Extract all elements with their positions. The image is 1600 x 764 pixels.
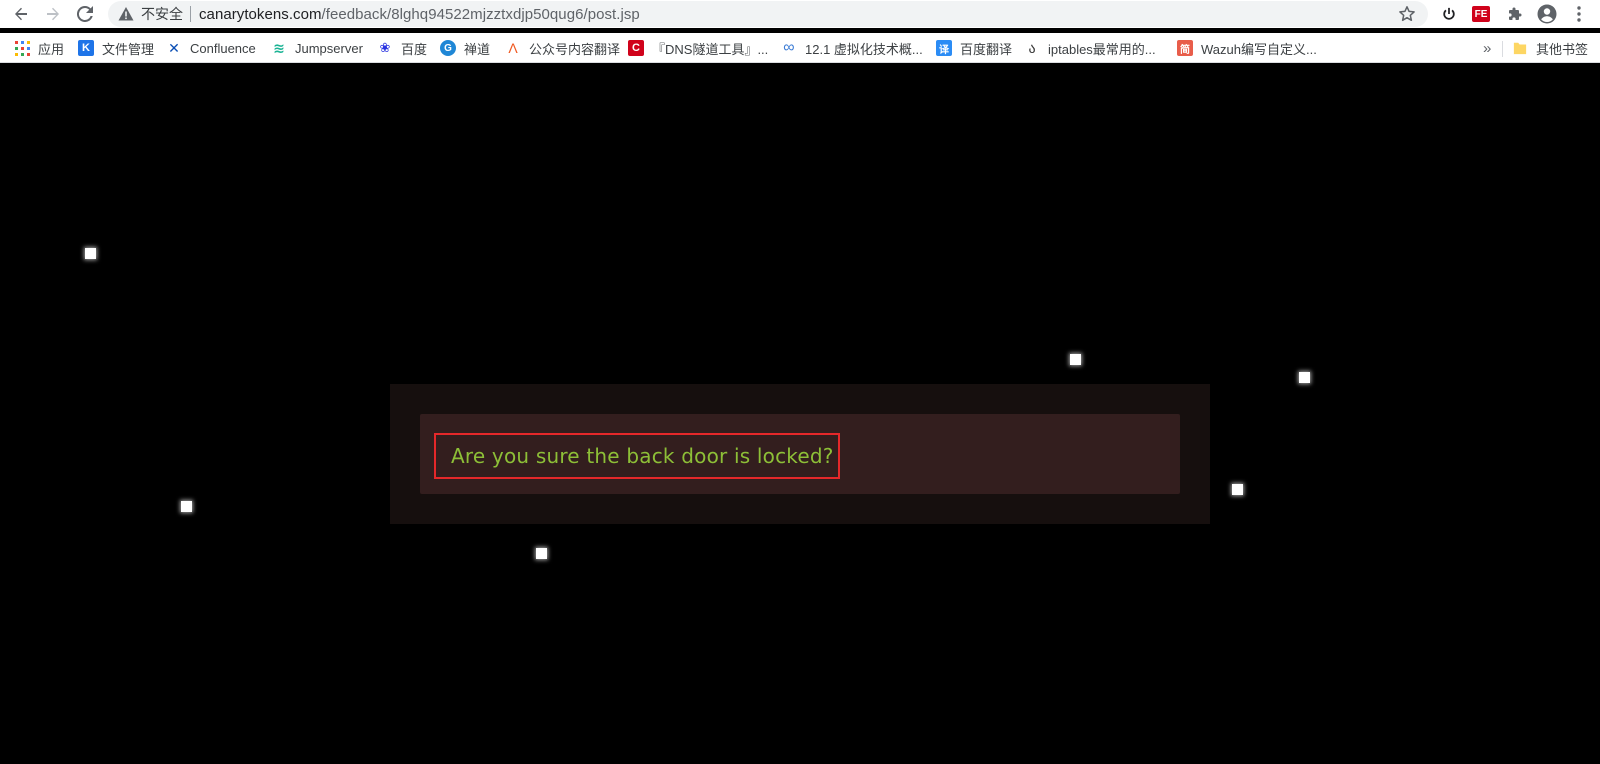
link-infinity-icon: ∞ [783,39,795,56]
bookmark-wechat-translate[interactable]: Λ 公众号内容翻译 [505,37,620,59]
bookmark-label: 12.1 虚拟化技术概... [805,41,923,57]
bookmark-label: 其他书签 [1536,41,1589,57]
zentao-icon: G [440,40,456,56]
bookmark-label: 百度翻译 [960,41,1013,57]
bookmarks-bar: 应用 K 文件管理 ✕ Confluence ≋ Jumpserver ❀ 百度… [0,33,1600,63]
folder-icon [1512,40,1528,56]
profile-button[interactable] [1536,3,1558,25]
bookmarks-overflow-button[interactable]: » [1483,37,1491,59]
translate-icon: 译 [936,40,952,56]
browser-menu-button[interactable] [1568,3,1590,25]
more-vertical-icon [1577,6,1581,22]
bookmark-label: Jumpserver [295,40,363,56]
power-icon [1443,7,1455,20]
bookmarks-divider [1502,41,1503,57]
reload-icon [77,6,93,22]
bookmark-iptables[interactable]: ა iptables最常用的... [1024,37,1156,59]
bookmark-file-management[interactable]: K 文件管理 [78,37,154,59]
power-extension-button[interactable] [1438,3,1460,25]
forward-button[interactable] [42,3,64,25]
bookmark-star-button[interactable] [1398,5,1416,23]
script-logo-icon: ა [1028,39,1036,56]
bookmark-label: 百度 [401,41,428,57]
url-host: canarytokens.com [199,5,322,23]
warning-triangle-icon[interactable] [118,6,134,22]
reload-button[interactable] [74,3,96,25]
security-status-label[interactable]: 不安全 [141,4,183,24]
star-particle [536,548,547,559]
bookmark-virtualization[interactable]: ∞ 12.1 虚拟化技术概... [781,37,923,59]
bookmark-baidu-translate[interactable]: 译 百度翻译 [936,37,1012,59]
a-logo-icon: Λ [508,40,518,56]
confluence-icon: ✕ [168,39,180,56]
bookmark-label: 『DNS隧道工具』... [652,41,769,57]
puzzle-icon [1509,7,1522,20]
back-button[interactable] [10,3,32,25]
k-logo-icon: K [78,40,94,56]
bookmark-label: 禅道 [464,41,491,57]
bookmark-baidu[interactable]: ❀ 百度 [377,37,427,59]
bookmark-dns-tunnel[interactable]: C 『DNS隧道工具』... [628,37,768,59]
fe-extension-button[interactable]: FE [1470,3,1492,25]
extensions-button[interactable] [1504,3,1526,25]
bookmark-label: Wazuh编写自定义... [1201,41,1317,57]
jumpserver-icon: ≋ [273,39,285,56]
url-text[interactable]: canarytokens.com/feedback/8lghq94522mjzz… [199,6,640,23]
bookmark-label: 应用 [38,41,65,57]
star-particle [85,248,96,259]
bookmark-jumpserver[interactable]: ≋ Jumpserver [271,37,363,59]
bookmark-apps[interactable]: 应用 [14,37,64,59]
fe-extension-icon: FE [1472,6,1490,22]
bookmark-label: Confluence [190,40,256,56]
bookmark-confluence[interactable]: ✕ Confluence [166,37,256,59]
profile-icon [1537,4,1557,24]
bookmark-other-folder[interactable]: 其他书签 [1512,37,1588,59]
arrow-left-icon [15,7,27,21]
star-particle [1232,484,1243,495]
c-red-logo-icon: C [628,40,644,56]
address-bar[interactable]: 不安全 canarytokens.com/feedback/8lghq94522… [108,1,1428,27]
bookmark-wazuh[interactable]: 简 Wazuh编写自定义... [1177,37,1317,59]
address-divider [190,6,191,22]
bookmark-label: 公众号内容翻译 [529,41,621,57]
baidu-paw-icon: ❀ [379,40,391,55]
url-path: /feedback/8lghq94522mjzztxdjp50qug6/post… [321,5,640,23]
bookmark-label: iptables最常用的... [1048,41,1156,57]
star-particle [1299,372,1310,383]
page-content: Are you sure the back door is locked? [0,64,1600,764]
star-particle [181,501,192,512]
browser-toolbar: 不安全 canarytokens.com/feedback/8lghq94522… [0,0,1600,28]
apps-grid-icon [14,40,30,56]
message-text: Are you sure the back door is locked? [451,444,834,468]
star-particle [1070,354,1081,365]
bookmark-zentao[interactable]: G 禅道 [440,37,490,59]
message-box: Are you sure the back door is locked? [434,433,840,479]
fe-extension-text: FE [1474,8,1488,20]
star-icon [1399,6,1415,22]
bookmark-label: 文件管理 [102,41,155,57]
jian-logo-icon: 简 [1177,40,1193,56]
arrow-right-icon [47,7,59,21]
